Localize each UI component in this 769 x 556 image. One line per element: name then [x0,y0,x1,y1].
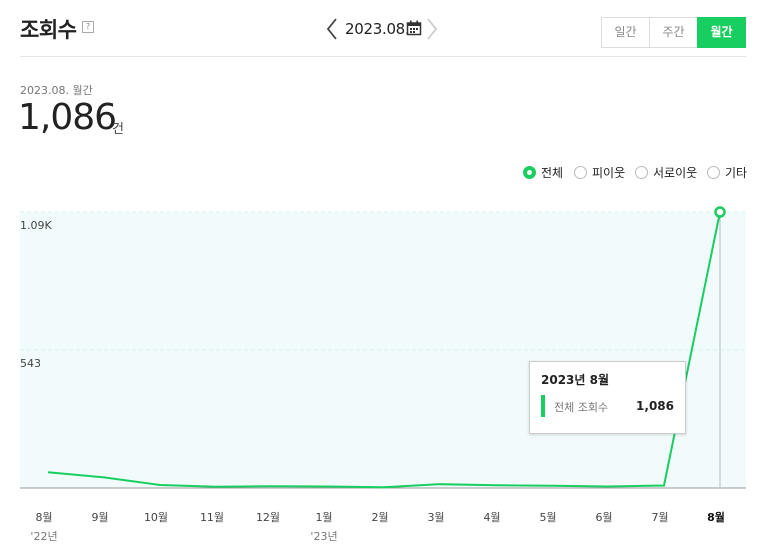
x-tick-label: 3월 [427,511,444,524]
summary-period: 2023.08. 월간 [20,84,93,97]
x-tick-label: 10월 [144,511,168,524]
legend-label: 전체 [541,166,564,180]
data-point-highlight [714,206,726,218]
tooltip-label: 전체 조회수 [554,401,609,414]
x-tick-label: 11월 [200,511,224,524]
x-tick-label: 8월 [35,511,52,524]
legend-option-mutual[interactable]: 서로이웃 [635,164,697,181]
x-year-label: '23년 [310,530,337,543]
chevron-left-icon[interactable] [325,16,339,42]
radio-icon [574,166,587,179]
x-tick-label: 8월 [707,510,725,524]
x-tick-label: 6월 [595,511,612,524]
tooltip-value: 1,086 [636,399,674,413]
x-year-label: '22년 [30,530,57,543]
radio-icon [635,166,648,179]
period-label: 2023.08. [345,20,410,38]
y-tick-label: 1.09K [20,219,52,232]
tab-monthly[interactable]: 월간 [697,17,746,48]
legend-option-other[interactable]: 기타 [707,164,747,181]
chart-tooltip: 2023년 8월 전체 조회수 1,086 [529,361,686,434]
x-tick-label: 12월 [256,511,280,524]
tab-daily[interactable]: 일간 [601,17,650,48]
tooltip-series-marker [541,395,545,417]
summary-value: 1,086 [18,97,117,138]
x-tick-label: 9월 [91,511,108,524]
x-tick-label: 5월 [539,511,556,524]
header-divider [20,56,746,57]
x-tick-label: 4월 [483,511,500,524]
tab-weekly[interactable]: 주간 [649,17,698,48]
radio-icon [707,166,720,179]
y-tick-label: 543 [20,357,41,370]
x-tick-label: 1월 [315,511,332,524]
calendar-icon[interactable] [406,20,422,36]
radio-checked-icon [523,166,536,179]
summary-unit: 건 [112,122,124,137]
tooltip-title: 2023년 8월 [541,373,610,387]
help-icon[interactable]: ? [82,21,94,33]
legend-label: 서로이웃 [653,166,698,180]
legend-label: 피이웃 [592,166,626,180]
x-tick-label: 2월 [371,511,388,524]
chevron-right-icon[interactable] [425,16,439,42]
x-tick-label: 7월 [651,511,668,524]
legend-label: 기타 [725,166,748,180]
legend-option-neighbor[interactable]: 피이웃 [574,164,625,181]
page-title: 조회수 [20,18,77,42]
legend-option-all[interactable]: 전체 [523,164,563,181]
